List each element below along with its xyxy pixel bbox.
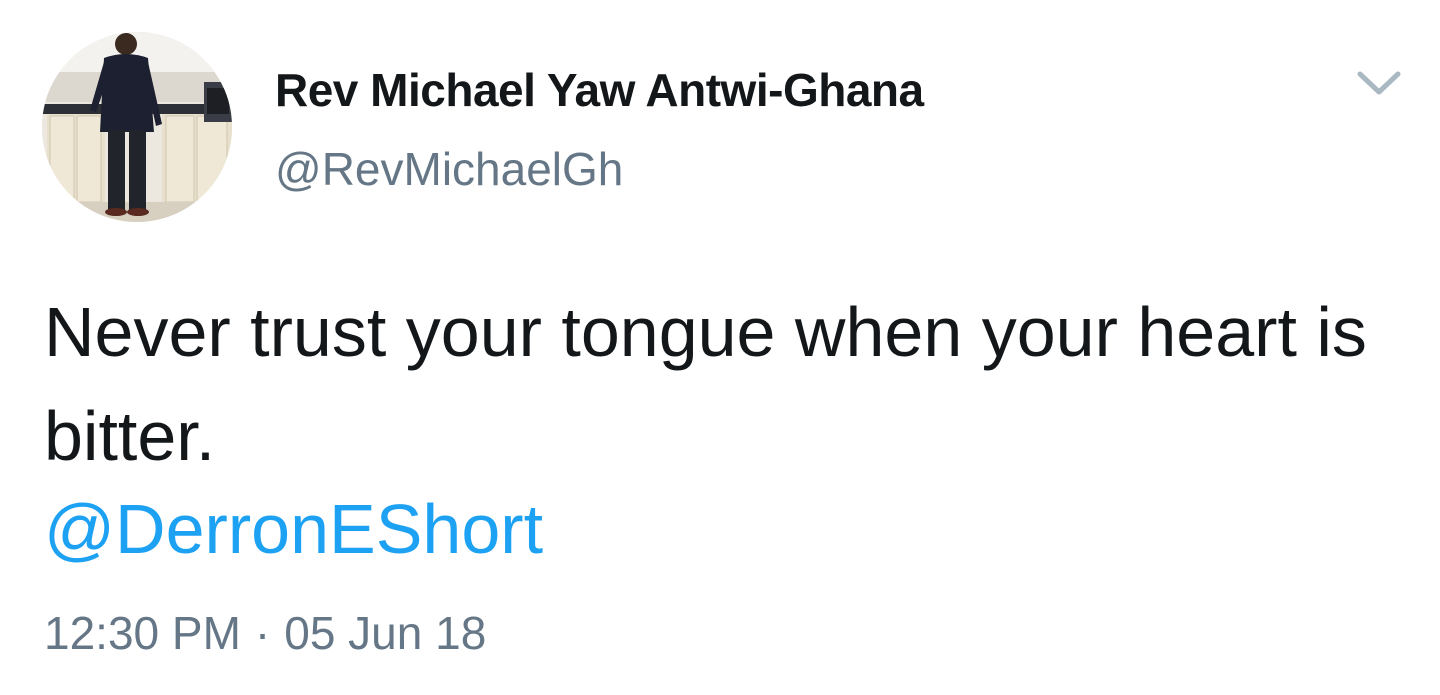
tweet-timestamp[interactable]: 12:30 PM · 05 Jun 18 [44,606,486,660]
timestamp-separator: · [254,607,271,659]
author-display-name[interactable]: Rev Michael Yaw Antwi-Ghana [275,63,924,117]
avatar-photo [42,32,232,222]
chevron-down-icon [1357,71,1401,95]
avatar[interactable] [42,32,232,222]
mention-link[interactable]: @DerronEShort [44,484,543,574]
author-handle[interactable]: @RevMichaelGh [275,142,623,196]
tweet-text: Never trust your tongue when your heart … [44,293,1367,475]
tweet-time: 12:30 PM [44,607,241,659]
tweet-card: Rev Michael Yaw Antwi-Ghana @RevMichaelG… [0,0,1440,695]
tweet-date: 05 Jun 18 [284,607,487,659]
tweet-menu-button[interactable] [1352,62,1406,106]
